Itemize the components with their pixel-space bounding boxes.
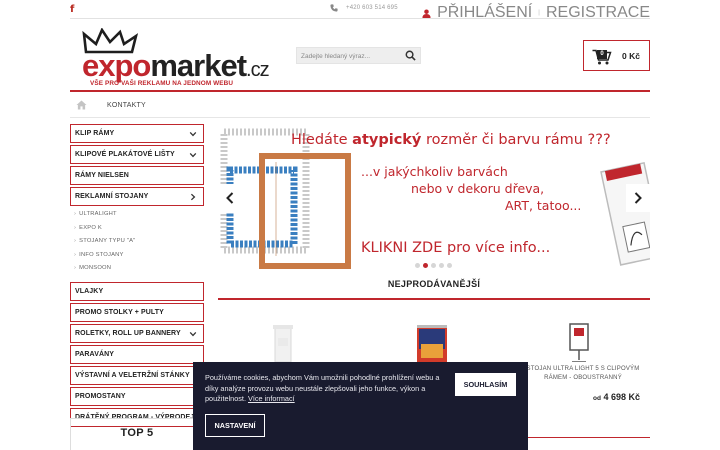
promo-banner[interactable]: Hledáte atypický rozměr či barvu rámu ??… [218, 124, 650, 271]
sidebar-category[interactable]: PROMOSTANY [70, 386, 204, 406]
product-image [273, 325, 293, 362]
sidebar-category-label: PARAVÁNY [75, 350, 115, 358]
sidebar-category-label: VÝSTAVNÍ A VELETRŽNÍ STÁNKY [75, 371, 190, 379]
cookie-consent: Používáme cookies, abychom Vám umožnili … [193, 362, 528, 450]
cart-button[interactable]: 0 0 Kč [583, 40, 650, 71]
user-links: PŘIHLÁŠENÍ | REGISTRACE [422, 4, 650, 22]
search-icon[interactable] [405, 50, 416, 61]
sidebar-category[interactable]: VLAJKY [70, 281, 204, 301]
bullet: › [74, 265, 77, 271]
slide-dot[interactable] [447, 263, 452, 268]
sidebar-category-label: KLIP RÁMY [75, 130, 115, 137]
sidebar-category-label: RÁMY NIELSEN [75, 172, 129, 179]
slide-dot[interactable] [423, 263, 428, 268]
sidebar-category-label: PROMO STOLKY + PULTY [75, 308, 164, 316]
search-input[interactable] [301, 50, 396, 62]
sidebar-subitem[interactable]: › MONSOON [70, 262, 204, 276]
product-image [569, 323, 589, 362]
bestsellers-title: NEJPRODÁVANĚJŠÍ [387, 279, 481, 289]
banner-pagination [415, 263, 452, 268]
sidebar-subitem[interactable]: › EXPO K [70, 222, 204, 236]
cookie-more-info-link[interactable]: Více informací [248, 394, 295, 403]
chevron-down-icon[interactable] [189, 151, 197, 159]
product-price: od 4 698 Kč [593, 392, 640, 402]
banner-line-4: ART, tatoo... [505, 198, 582, 213]
sidebar-subitem[interactable]: › ULTRALIGHT [70, 208, 204, 222]
chevron-left-icon [226, 192, 234, 204]
page: f +420 603 514 695 PŘIHLÁŠENÍ | REGISTRA… [0, 0, 720, 450]
phone-number[interactable]: +420 603 514 695 [346, 5, 398, 11]
user-icon [422, 8, 431, 18]
breadcrumb: KONTAKTY [70, 93, 650, 118]
banner-next-button[interactable] [626, 184, 650, 212]
top5-box: TOP 5 [70, 418, 204, 450]
sidebar-category[interactable]: VÝSTAVNÍ A VELETRŽNÍ STÁNKY [70, 365, 204, 385]
sidebar-category-label: KLIPOVÉ PLAKÁTOVÉ LIŠTY [75, 151, 175, 158]
banner-headline: Hledáte atypický rozměr či barvu rámu ??… [291, 132, 611, 148]
sidebar-category[interactable]: PROMO STOLKY + PULTY [70, 302, 204, 322]
bestsellers-divider [218, 298, 650, 300]
phone-icon [330, 4, 338, 12]
chevron-right-icon[interactable] [189, 193, 197, 201]
register-link[interactable]: REGISTRACE [546, 4, 650, 22]
slide-dot[interactable] [439, 263, 444, 268]
product-image [417, 325, 447, 362]
sidebar-category[interactable]: KLIPOVÉ PLAKÁTOVÉ LIŠTY [70, 145, 204, 164]
cookie-accept-button[interactable]: SOUHLASÍM [455, 373, 516, 396]
chevron-right-icon [634, 192, 642, 204]
sidebar-category[interactable]: ROLETKY, ROLL UP BANNERY [70, 323, 204, 343]
cookie-settings-button[interactable]: NASTAVENÍ [205, 414, 265, 437]
logo-tagline: VŠE PRO VAŠI REKLAMU NA JEDNOM WEBU [90, 80, 234, 87]
sidebar-subitem-label: EXPO K [79, 224, 102, 231]
breadcrumb-current: KONTAKTY [107, 102, 146, 109]
sidebar-category-label: REKLAMNÍ STOJANY [75, 193, 149, 200]
sidebar-category[interactable]: PARAVÁNY [70, 344, 204, 364]
chevron-down-icon[interactable] [189, 130, 197, 138]
sidebar-category[interactable]: REKLAMNÍ STOJANY [70, 187, 204, 206]
login-link[interactable]: PŘIHLÁŠENÍ [437, 4, 532, 22]
product-name[interactable]: STOJAN ULTRA LIGHT 5 S CLIPOVÝM RÁMEM - … [518, 365, 648, 383]
banner-line-3: nebo v dekoru dřeva, [411, 181, 545, 196]
banner-line-2: ...v jakýchkoliv barvách [361, 164, 508, 179]
search-box [296, 47, 421, 64]
bullet: › [74, 211, 77, 217]
header-divider [70, 90, 650, 92]
bullet: › [74, 224, 77, 231]
home-icon[interactable] [76, 100, 87, 110]
facebook-icon[interactable]: f [70, 4, 74, 15]
cart-count: 0 [597, 50, 607, 59]
sidebar-subitem-label: INFO STOJANY [79, 251, 124, 258]
sidebar-category[interactable]: KLIP RÁMY [70, 124, 204, 143]
bullet: › [74, 238, 77, 244]
banner-cta[interactable]: KLIKNI ZDE pro více info... [361, 240, 550, 256]
top5-title: TOP 5 [120, 427, 154, 439]
sidebar-category[interactable]: RÁMY NIELSEN [70, 166, 204, 185]
cookie-text: Používáme cookies, abychom Vám umožnili … [205, 373, 440, 403]
category-sidebar: KLIP RÁMY KLIPOVÉ PLAKÁTOVÉ LIŠTY RÁMY NIE… [70, 124, 204, 429]
cart-total: 0 Kč [622, 51, 640, 61]
top-bar: f +420 603 514 695 PŘIHLÁŠENÍ | REGISTRA… [70, 0, 650, 22]
sidebar-category-label: ROLETKY, ROLL UP BANNERY [75, 329, 181, 337]
site-logo[interactable]: expomarket.cz VŠE PRO VAŠI REKLAMU NA JE… [82, 28, 270, 88]
phone-contact: +420 603 514 695 [330, 4, 398, 12]
logo-wordmark: expomarket.cz [82, 48, 270, 83]
sidebar-subitem-label: ULTRALIGHT [79, 211, 117, 217]
sidebar-subitem[interactable]: › INFO STOJANY [70, 249, 204, 263]
sidebar-category-label: PROMOSTANY [75, 392, 126, 400]
sidebar-subitem-label: MONSOON [79, 265, 112, 271]
chevron-down-icon[interactable] [189, 330, 197, 338]
bullet: › [74, 251, 77, 258]
sidebar-subitem[interactable]: › STOJANY TYPU "A" [70, 235, 204, 249]
sidebar-category-label: VLAJKY [75, 287, 104, 295]
slide-dot[interactable] [431, 263, 436, 268]
separator: | [538, 10, 540, 16]
slide-dot[interactable] [415, 263, 420, 268]
banner-prev-button[interactable] [218, 184, 242, 212]
sidebar-subitem-label: STOJANY TYPU "A" [79, 238, 136, 244]
